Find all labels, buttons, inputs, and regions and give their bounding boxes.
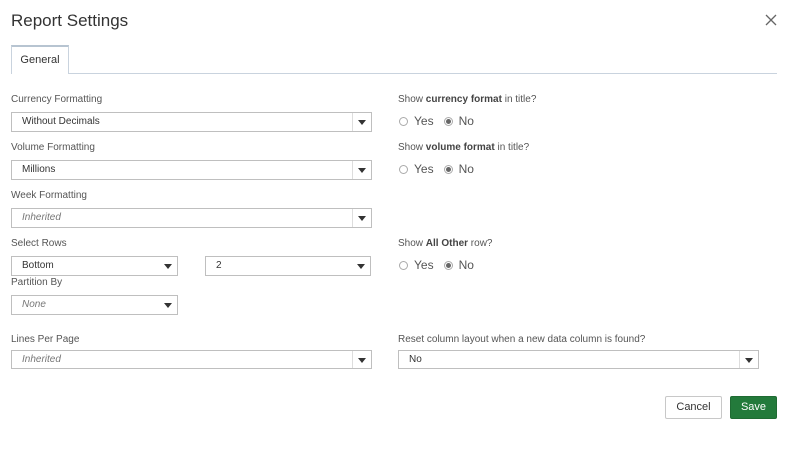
volume-formatting-label: Volume Formatting [11,142,95,153]
all-other-row-yes[interactable]: Yes [399,258,434,272]
label-text: Show [398,94,426,105]
volume-in-title-label: Show volume format in title? [398,142,529,153]
chevron-down-icon [159,296,177,314]
select-rows-count-value: 2 [216,260,222,271]
reset-column-layout-label: Reset column layout when a new data colu… [398,334,646,345]
all-other-row-radio-group: Yes No [399,258,484,272]
chevron-down-icon [352,257,370,275]
volume-formatting-select[interactable]: Millions [11,160,372,180]
radio-label: No [458,162,474,176]
label-bold-text: All Other [425,238,469,249]
tab-bar-divider [11,73,777,74]
cancel-button[interactable]: Cancel [665,396,722,419]
currency-in-title-radio-group: Yes No [399,114,484,128]
radio-yes[interactable] [399,260,408,270]
select-rows-label: Select Rows [11,238,67,249]
radio-label: No [458,114,474,128]
label-bold-text: volume format [425,142,495,153]
all-other-row-no[interactable]: No [443,258,474,272]
reset-column-layout-select[interactable]: No [398,350,759,369]
chevron-down-icon [352,161,371,179]
label-bold-text: currency format [425,94,502,105]
lines-per-page-label: Lines Per Page [11,334,80,345]
radio-label: Yes [414,162,434,176]
select-rows-count-select[interactable]: 2 [205,256,371,276]
radio-yes[interactable] [399,164,408,174]
chevron-down-icon [739,351,758,368]
chevron-down-icon [352,209,371,227]
chevron-down-icon [352,113,371,131]
label-text: row? [468,238,493,249]
lines-per-page-select[interactable]: Inherited [11,350,372,369]
dialog-title: Report Settings [11,11,129,30]
currency-formatting-value: Without Decimals [22,116,100,127]
volume-in-title-radio-group: Yes No [399,162,484,176]
partition-by-label: Partition By [11,277,63,288]
currency-formatting-select[interactable]: Without Decimals [11,112,372,132]
close-icon[interactable] [763,12,779,28]
radio-no[interactable] [443,164,453,174]
radio-yes[interactable] [399,116,408,126]
week-formatting-label: Week Formatting [11,190,87,201]
select-rows-position-value: Bottom [22,260,54,271]
chevron-down-icon [352,351,371,368]
chevron-down-icon [159,257,177,275]
week-formatting-value: Inherited [22,212,61,223]
reset-column-layout-value: No [409,354,422,365]
tab-general[interactable]: General [11,45,69,74]
label-text: Show [398,142,426,153]
volume-in-title-yes[interactable]: Yes [399,162,434,176]
save-button[interactable]: Save [730,396,777,419]
volume-formatting-value: Millions [22,164,56,175]
volume-in-title-no[interactable]: No [443,162,474,176]
radio-label: No [458,258,474,272]
label-text: Show [398,238,426,249]
lines-per-page-value: Inherited [22,354,61,365]
currency-in-title-no[interactable]: No [443,114,474,128]
all-other-row-label: Show All Other row? [398,238,492,249]
radio-label: Yes [414,114,434,128]
label-text: in title? [501,94,537,105]
currency-in-title-yes[interactable]: Yes [399,114,434,128]
partition-by-value: None [22,299,46,310]
radio-label: Yes [414,258,434,272]
currency-in-title-label: Show currency format in title? [398,94,536,105]
week-formatting-select[interactable]: Inherited [11,208,372,228]
currency-formatting-label: Currency Formatting [11,94,103,105]
partition-by-select[interactable]: None [11,295,178,315]
radio-no[interactable] [443,116,453,126]
radio-no[interactable] [443,260,453,270]
label-text: in title? [494,142,530,153]
select-rows-position-select[interactable]: Bottom [11,256,178,276]
